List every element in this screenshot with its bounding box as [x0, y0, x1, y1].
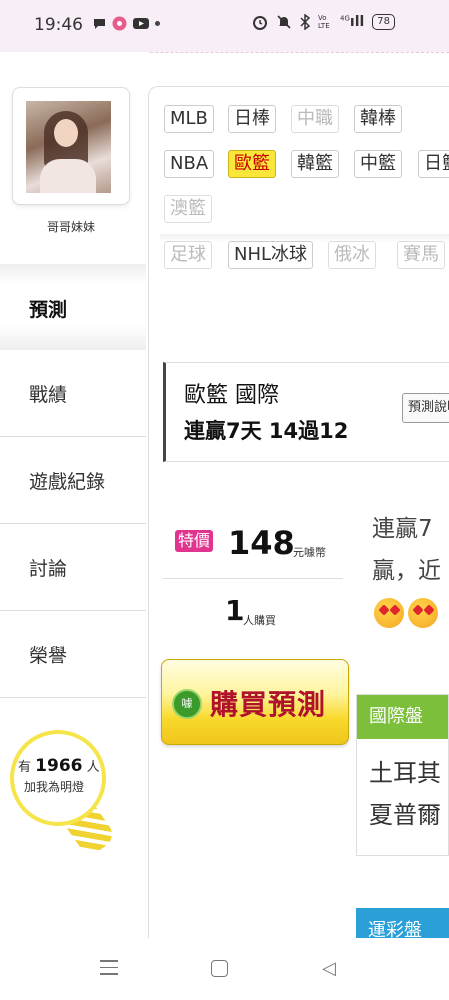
sidebar-item-label: 遊戲紀錄	[29, 471, 106, 493]
avatar[interactable]	[26, 101, 111, 193]
sidebar-item-honor[interactable]: 榮譽	[0, 611, 146, 698]
user-name: 哥哥妹妹	[46, 220, 95, 234]
tag-korea-basketball[interactable]: 韓籃	[291, 150, 339, 178]
flower-app-icon	[112, 16, 127, 31]
tag-australia-basketball[interactable]: 澳籃	[164, 195, 212, 223]
tag-japan-baseball[interactable]: 日棒	[228, 105, 276, 133]
back-icon[interactable]: ◁	[322, 958, 336, 979]
tag-japan-basketball[interactable]: 日籃	[418, 150, 449, 178]
prediction-info-button[interactable]: 預測說明	[402, 393, 449, 423]
signal-icon: 4Gıll	[340, 14, 365, 30]
prediction-header: 歐籃 國際 連贏7天 14過12 預測說明	[163, 362, 449, 462]
tag-nhl[interactable]: NHL冰球	[228, 241, 314, 269]
tag-soccer[interactable]: 足球	[164, 241, 212, 269]
price-unit: 元噱幣	[293, 546, 326, 559]
lamp-follow-button[interactable]: 有 1966 人 加我為明燈	[10, 730, 120, 860]
status-time: 19:46	[34, 15, 83, 35]
lamp-count: 1966	[35, 756, 83, 776]
sidebar-item-record[interactable]: 戰績	[0, 350, 146, 437]
youtube-icon	[133, 18, 149, 29]
emoji-row	[374, 598, 438, 628]
sidebar-item-game-log[interactable]: 遊戲紀錄	[0, 437, 146, 524]
tag-cpbl[interactable]: 中職	[291, 105, 339, 133]
volte-indicator: Vo LTE	[318, 14, 330, 30]
star-struck-emoji-icon	[374, 598, 404, 628]
special-price-badge: 特價	[175, 530, 214, 552]
prediction-description: 連贏7 贏，近	[372, 516, 441, 584]
price-divider	[163, 578, 343, 579]
buyers-count: 1	[225, 594, 245, 627]
system-nav-bar: ◁	[0, 938, 449, 1000]
status-bar: 19:46 Vo LTE 4Gıll 78	[0, 0, 449, 52]
mute-icon	[277, 15, 291, 29]
sidebar-item-label: 預測	[29, 299, 68, 321]
international-odds-card: 國際盤 土耳其 夏普爾	[356, 694, 449, 856]
tag-nba[interactable]: NBA	[164, 150, 215, 178]
sidebar-item-label: 榮譽	[29, 645, 68, 667]
sidebar-item-predict[interactable]: 預測	[0, 264, 146, 350]
tag-mlb[interactable]: MLB	[164, 105, 214, 133]
alarm-icon	[253, 16, 267, 30]
lamp-count-text: 有 1966 人	[18, 756, 100, 776]
price-area: 特價 148 元噱幣 1 人購買	[163, 466, 355, 666]
sidebar-item-label: 討論	[29, 558, 68, 580]
buyers-unit: 人購買	[243, 614, 276, 627]
international-odds-team-1: 土耳其	[369, 759, 441, 787]
sidebar-item-label: 戰績	[29, 384, 68, 406]
price-value: 148	[228, 524, 295, 562]
prediction-title: 歐籃 國際	[184, 383, 279, 408]
tag-horse-racing[interactable]: 賽馬	[397, 241, 445, 269]
system-icons: Vo LTE 4Gıll 78	[252, 14, 396, 30]
coin-icon: 噱	[172, 689, 202, 719]
sidebar-item-discussion[interactable]: 討論	[0, 524, 146, 611]
tag-korea-baseball[interactable]: 韓棒	[354, 105, 402, 133]
avatar-card[interactable]	[12, 87, 130, 205]
home-icon[interactable]	[211, 960, 228, 977]
international-odds-header: 國際盤	[357, 695, 448, 739]
lamp-caption: 加我為明燈	[24, 780, 85, 794]
recent-apps-icon[interactable]	[100, 960, 118, 980]
prediction-streak: 連贏7天 14過12	[184, 419, 349, 443]
tag-euro-basketball[interactable]: 歐籃	[228, 150, 276, 178]
chat-icon	[94, 19, 105, 29]
buy-prediction-label: 購買預測	[210, 688, 327, 721]
battery-icon: 78	[372, 14, 396, 30]
international-odds-team-2: 夏普爾	[369, 801, 441, 829]
more-notifications-icon	[155, 21, 160, 26]
tag-russia-hockey[interactable]: 俄冰	[328, 241, 376, 269]
star-struck-emoji-icon	[408, 598, 438, 628]
buy-prediction-button[interactable]: 噱 購買預測	[161, 659, 349, 745]
tag-china-basketball[interactable]: 中籃	[354, 150, 402, 178]
bluetooth-icon	[300, 14, 310, 30]
notification-icons	[93, 16, 160, 31]
